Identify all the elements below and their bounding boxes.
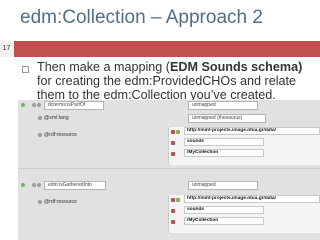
value-url-1[interactable]: http://mint-projects.image.ntua.gr/data/	[184, 127, 320, 135]
property-edm-isgatheredinto[interactable]: edm:isGatheredInto	[44, 181, 106, 190]
status-unmapped-thesaurus: unmapped (thesaurus)	[188, 114, 266, 123]
remove-icon[interactable]	[171, 130, 175, 134]
minus-icon[interactable]	[38, 116, 42, 120]
bullet-square-icon	[22, 66, 29, 73]
value-url-2[interactable]: http://mint-projects.image.ntua.gr/data/	[184, 195, 320, 203]
resource-row-icons	[38, 133, 42, 137]
remove-icon[interactable]	[171, 209, 175, 213]
ok-dot-icon	[21, 183, 25, 187]
remove-icon[interactable]	[171, 198, 175, 202]
slide-number: 17	[2, 45, 11, 52]
property-dcterms-ispartof[interactable]: dcterms:isPartOf	[44, 101, 104, 110]
bullet-text-bold: EDM Sounds schema)	[170, 60, 303, 74]
status-unmapped-1: unmapped	[188, 101, 258, 110]
lang-row-icons	[38, 116, 42, 120]
value-collection-2[interactable]: /MyCollection	[184, 217, 264, 225]
accent-bar	[14, 41, 320, 57]
remove-icon[interactable]	[171, 152, 175, 156]
title-accent-bar	[0, 41, 320, 57]
remove-icon[interactable]	[171, 141, 175, 145]
value-sounds-1[interactable]: sounds	[184, 138, 264, 146]
row-icons	[32, 103, 41, 107]
remove-icon[interactable]	[171, 220, 175, 224]
value-icons-1	[171, 130, 180, 134]
bullet-text-part1: Then make a mapping (	[37, 60, 171, 74]
value-icons-5	[171, 209, 175, 213]
expand-icon[interactable]	[37, 183, 41, 187]
value-icons-3	[171, 152, 175, 156]
ok-dot-icon	[21, 103, 25, 107]
minus-icon[interactable]	[32, 183, 36, 187]
minus-icon[interactable]	[32, 103, 36, 107]
minus-icon[interactable]	[38, 133, 42, 137]
edit-icon[interactable]	[176, 198, 180, 202]
expand-icon[interactable]	[37, 103, 41, 107]
resource-row-icons	[38, 200, 42, 204]
slide-title: edm:Collection – Approach 2	[20, 7, 263, 28]
mapping-editor-screenshot: dcterms:isPartOf unmapped @xml:lang unma…	[18, 100, 320, 240]
status-unmapped-2: unmapped	[188, 181, 258, 190]
property-rdf-resource-1: @rdf:resource	[44, 132, 77, 138]
value-icons-2	[171, 141, 175, 145]
edit-icon[interactable]	[176, 130, 180, 134]
property-xml-lang: @xml:lang	[44, 115, 69, 121]
value-icons-4	[171, 198, 180, 202]
property-rdf-resource-2: @rdf:resource	[44, 199, 77, 205]
value-icons-6	[171, 220, 175, 224]
row-icons	[32, 183, 41, 187]
bullet-text: Then make a mapping (EDM Sounds schema) …	[37, 60, 309, 102]
minus-icon[interactable]	[38, 200, 42, 204]
value-collection-1[interactable]: /MyCollection	[184, 149, 264, 157]
value-sounds-2[interactable]: sounds	[184, 206, 264, 214]
bullet-text-part2: for creating the edm:ProvidedCHOs and re…	[37, 74, 297, 102]
divider	[18, 168, 320, 169]
